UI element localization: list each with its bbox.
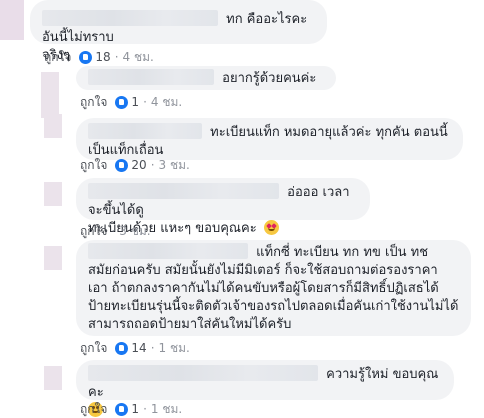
avatar[interactable] [0, 0, 24, 40]
avatar[interactable] [44, 114, 62, 138]
like-reaction-icon[interactable] [115, 95, 129, 109]
comment-text-line-1: อยากรู้ด้วยคนค่ะ [222, 71, 317, 86]
like-link[interactable]: ถูกใจ [80, 223, 107, 239]
separator: · [150, 158, 155, 172]
heart-eyes-emoji-icon [263, 220, 279, 235]
timestamp[interactable]: 3 ชม. [119, 223, 150, 239]
comment-actions: ถูกใจ 20 · 3 ชม. [80, 157, 190, 173]
comment-actions: ถูกใจ 18 · 4 ชม. [44, 49, 154, 65]
like-reaction-icon[interactable] [115, 402, 129, 416]
comment-actions: ถูกใจ 1 · 4 ชม. [80, 94, 182, 110]
comment-text-line-3: เอา ถ้าตกลงราคากันไม่ได้คนขับหรือผู้โดยส… [88, 281, 439, 296]
separator: · [114, 50, 119, 64]
comment-actions: ถูกใจ 1 · 1 ชม. [80, 401, 182, 417]
avatar[interactable] [44, 182, 62, 206]
like-reaction-icon[interactable] [79, 50, 93, 64]
like-reaction-icon[interactable] [115, 158, 129, 172]
comment-text-line-4: ป้ายทะเบียนรุ่นนี้จะติดตัวเจ้าของรถไปตลอ… [88, 299, 459, 314]
separator: · [143, 95, 147, 109]
comment-text-line-2: เป็นแท็กเถื่อน [88, 143, 164, 158]
reaction-count[interactable]: 18 [95, 49, 110, 65]
like-link[interactable]: ถูกใจ [80, 401, 107, 417]
reaction-count[interactable]: 1 [131, 401, 139, 417]
comment-actions: ถูกใจ 14 · 1 ชม. [80, 340, 190, 356]
avatar[interactable] [41, 72, 59, 118]
author-name[interactable] [88, 365, 318, 381]
author-name[interactable] [88, 243, 248, 259]
separator: · [111, 224, 116, 238]
separator: · [143, 402, 147, 416]
timestamp[interactable]: 3 ชม. [159, 157, 190, 173]
separator: · [150, 341, 155, 355]
timestamp[interactable]: 4 ชม. [123, 49, 154, 65]
comment-bubble: ทะเบียนแท็ก หมดอายุแล้วค่ะ ทุกคัน ตอนนี้… [76, 118, 463, 160]
comment-text-line-5: สามารถถอดป้ายมาใส่คันใหม่ได้ครับ [88, 317, 292, 332]
like-reaction-icon[interactable] [115, 341, 129, 355]
like-link[interactable]: ถูกใจ [80, 157, 107, 173]
comment-bubble: ทก คืออะไรคะ อันนี้ไม่ทราบ จริงๆ [30, 0, 327, 63]
timestamp[interactable]: 1 ชม. [151, 401, 182, 417]
comment-text-line-2: สมัยก่อนครับ สมัยนั้นยังไม่มีมิเตอร์ ก็จ… [88, 263, 438, 278]
like-link[interactable]: ถูกใจ [44, 49, 71, 65]
comment-actions: ถูกใจ · 3 ชม. [80, 223, 151, 239]
timestamp[interactable]: 1 ชม. [159, 340, 190, 356]
like-link[interactable]: ถูกใจ [80, 94, 107, 110]
reaction-count[interactable]: 20 [131, 157, 146, 173]
avatar[interactable] [44, 246, 62, 270]
avatar[interactable] [44, 366, 62, 390]
comment-bubble: ความรู้ใหม่ ขอบคุณคะ [76, 360, 454, 417]
comment-text-line-1: แท็กซี่ ทะเบียน ทก ทข เป็น ทช [256, 245, 429, 260]
comment-bubble: อ่อออ เวลาจะขึ้นได้ดู ทะเบียนด้วย แหะๆ ข… [76, 178, 370, 236]
timestamp[interactable]: 4 ชม. [151, 94, 182, 110]
comment-text-line-1: ทะเบียนแท็ก หมดอายุแล้วค่ะ ทุกคัน ตอนนี้ [210, 125, 448, 140]
comment-bubble: อยากรู้ด้วยคนค่ะ [76, 66, 336, 90]
author-name[interactable] [88, 69, 214, 85]
like-link[interactable]: ถูกใจ [80, 340, 107, 356]
author-name[interactable] [88, 123, 202, 139]
reaction-count[interactable]: 14 [131, 340, 146, 356]
comment-bubble: แท็กซี่ ทะเบียน ทก ทข เป็น ทช สมัยก่อนคร… [76, 240, 471, 336]
author-name[interactable] [88, 183, 279, 199]
reaction-count[interactable]: 1 [131, 94, 139, 110]
author-name[interactable] [42, 10, 218, 26]
